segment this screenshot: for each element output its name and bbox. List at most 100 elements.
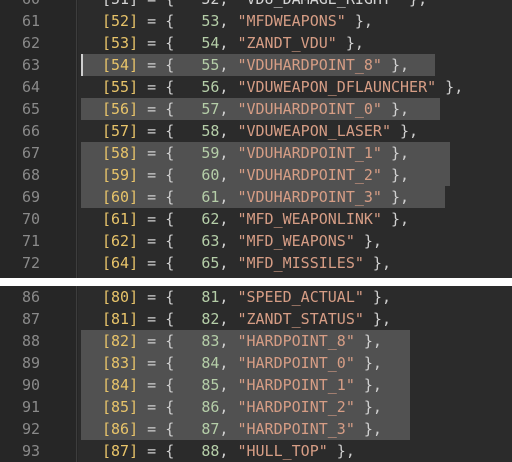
code-line[interactable]: 63 [54] = { 55, "VDUHARDPOINT_8" }, [0, 54, 512, 76]
code-line[interactable]: 64 [55] = { 56, "VDUWEAPON_DFLAUNCHER" }, [0, 76, 512, 98]
code-line-partial[interactable]: 60 [51] = { 52, "VDU_DAMAGE_RIGHT" }, [0, 0, 512, 10]
line-number: 72 [21, 254, 40, 272]
line-number: 66 [21, 122, 40, 140]
code-line[interactable]: 92 [86] = { 87, "HARDPOINT_3" }, [0, 418, 512, 440]
code-text: [64] = { 65, "MFD_MISSILES" }, [102, 252, 391, 274]
line-number: 62 [21, 34, 40, 52]
string-literal: "VDUHARDPOINT_1" [237, 144, 382, 162]
code-line[interactable]: 71 [62] = { 63, "MFD_WEAPONS" }, [0, 230, 512, 252]
code-text: [81] = { 82, "ZANDT_STATUS" }, [102, 308, 391, 330]
line-number: 89 [21, 354, 40, 372]
numeric-value: 53 [201, 12, 220, 30]
string-literal: "MFD_WEAPONLINK" [237, 210, 382, 228]
code-line[interactable]: 62 [53] = { 54, "ZANDT_VDU" }, [0, 32, 512, 54]
code-text: [51] = { 52, "VDU_DAMAGE_RIGHT" }, [102, 0, 427, 10]
assign-brace: = { [138, 122, 175, 140]
numeric-value: 85 [201, 376, 220, 394]
assign-brace: = { [138, 398, 175, 416]
close-brace: }, [363, 310, 391, 328]
code-line[interactable]: 66 [57] = { 58, "VDUWEAPON_LASER" }, [0, 120, 512, 142]
table-index: [58] [102, 144, 139, 162]
assign-brace: = { [138, 442, 175, 460]
close-brace: }, [381, 56, 410, 74]
line-number: 70 [21, 210, 40, 228]
code-text: [83] = { 84, "HARDPOINT_0" }, [102, 352, 382, 374]
numeric-value: 62 [201, 210, 220, 228]
numeric-value: 87 [201, 420, 220, 438]
code-line[interactable]: 72 [64] = { 65, "MFD_MISSILES" }, [0, 252, 512, 274]
code-line[interactable]: 69 [60] = { 61, "VDUHARDPOINT_3" }, [0, 186, 512, 208]
code-text: [86] = { 87, "HARDPOINT_3" }, [102, 418, 382, 440]
close-brace: }, [354, 398, 382, 416]
code-line[interactable]: 93 [87] = { 88, "HULL_TOP" }, [0, 440, 512, 462]
code-line[interactable]: 61 [52] = { 53, "MFDWEAPONS" }, [0, 10, 512, 32]
table-index: [87] [102, 442, 139, 460]
string-literal: "VDUWEAPON_DFLAUNCHER" [237, 78, 437, 96]
string-literal: "ZANDT_VDU" [237, 34, 337, 52]
numeric-value: 54 [201, 34, 220, 52]
assign-brace: = { [138, 100, 175, 118]
line-number: 68 [21, 166, 40, 184]
code-line[interactable]: 87 [81] = { 82, "ZANDT_STATUS" }, [0, 308, 512, 330]
numeric-value: 84 [201, 354, 220, 372]
close-brace: }, [354, 420, 382, 438]
line-number: 69 [21, 188, 40, 206]
string-literal: "HARDPOINT_8" [237, 332, 355, 350]
numeric-value: 58 [201, 122, 220, 140]
editor-pane-bottom[interactable]: 86 [80] = { 81, "SPEED_ACTUAL" }, 87 [81] =… [0, 286, 512, 462]
text-cursor [81, 54, 83, 76]
code-text: [59] = { 60, "VDUHARDPOINT_2" }, [102, 164, 409, 186]
code-line[interactable]: 68 [59] = { 60, "VDUHARDPOINT_2" }, [0, 164, 512, 186]
table-index: [57] [102, 122, 139, 140]
assign-brace: = { [138, 56, 175, 74]
table-index: [84] [102, 376, 139, 394]
numeric-value: 59 [201, 144, 220, 162]
code-line[interactable]: 67 [58] = { 59, "VDUHARDPOINT_1" }, [0, 142, 512, 164]
code-line[interactable]: 88 [82] = { 83, "HARDPOINT_8" }, [0, 330, 512, 352]
close-brace: }, [381, 166, 410, 184]
line-number: 63 [21, 56, 40, 74]
code-line[interactable]: 90 [84] = { 85, "HARDPOINT_1" }, [0, 374, 512, 396]
close-brace: }, [354, 332, 382, 350]
code-line[interactable]: 65 [56] = { 57, "VDUHARDPOINT_0" }, [0, 98, 512, 120]
assign-brace: = { [138, 210, 175, 228]
code-text: [85] = { 86, "HARDPOINT_2" }, [102, 396, 382, 418]
string-literal: "MFD_MISSILES" [237, 254, 364, 272]
table-index: [83] [102, 354, 139, 372]
assign-brace: = { [138, 166, 175, 184]
code-text: [82] = { 83, "HARDPOINT_8" }, [102, 330, 382, 352]
code-line[interactable]: 70 [61] = { 62, "MFD_WEAPONLINK" }, [0, 208, 512, 230]
line-number: 65 [21, 100, 40, 118]
code-text: [52] = { 53, "MFDWEAPONS" }, [102, 10, 373, 32]
numeric-value: 65 [201, 254, 220, 272]
close-brace: }, [363, 254, 391, 272]
table-index: [86] [102, 420, 139, 438]
code-text: [60] = { 61, "VDUHARDPOINT_3" }, [102, 186, 409, 208]
table-index: [53] [102, 34, 139, 52]
line-number: 67 [21, 144, 40, 162]
close-brace: }, [381, 144, 410, 162]
close-brace: }, [327, 442, 355, 460]
code-line[interactable]: 86 [80] = { 81, "SPEED_ACTUAL" }, [0, 286, 512, 308]
table-index: [85] [102, 398, 139, 416]
numeric-value: 86 [201, 398, 220, 416]
line-number: 60 [0, 0, 40, 10]
code-line[interactable]: 89 [83] = { 84, "HARDPOINT_0" }, [0, 352, 512, 374]
string-literal: "HARDPOINT_3" [237, 420, 355, 438]
close-brace: }, [381, 188, 410, 206]
editor-pane-top[interactable]: 60 [51] = { 52, "VDU_DAMAGE_RIGHT" }, 61… [0, 0, 512, 278]
table-index: [81] [102, 310, 139, 328]
assign-brace: = { [138, 232, 175, 250]
close-brace: }, [363, 288, 391, 306]
code-text: [56] = { 57, "VDUHARDPOINT_0" }, [102, 98, 409, 120]
assign-brace: = { [138, 332, 175, 350]
numeric-value: 60 [201, 166, 220, 184]
numeric-value: 81 [201, 288, 220, 306]
string-literal: "HULL_TOP" [237, 442, 328, 460]
string-literal: "MFD_WEAPONS" [237, 232, 355, 250]
string-literal: "HARDPOINT_0" [237, 354, 355, 372]
code-line[interactable]: 91 [85] = { 86, "HARDPOINT_2" }, [0, 396, 512, 418]
line-number: 93 [21, 442, 40, 460]
string-literal: "SPEED_ACTUAL" [237, 288, 364, 306]
table-index: [54] [102, 56, 139, 74]
